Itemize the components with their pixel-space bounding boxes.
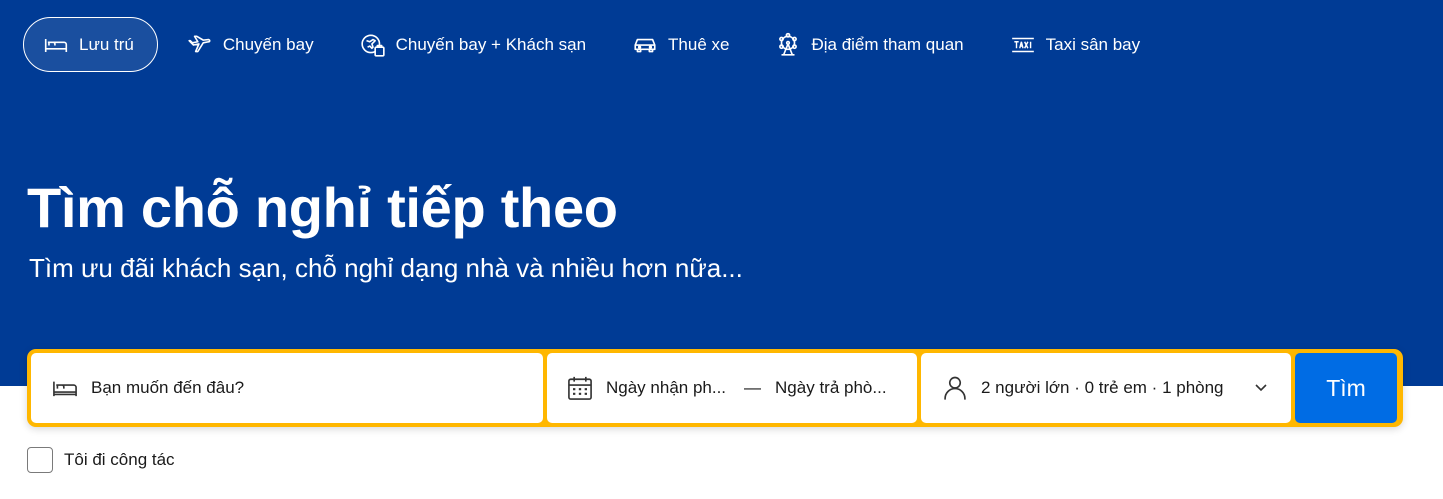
hero-banner: Lưu trú Chuyến bay Chuyến bay + Khách sạ… [0,0,1443,386]
bed-icon [51,374,79,402]
nav-item-stays[interactable]: Lưu trú [23,17,158,72]
guests-field[interactable]: 2 người lớn · 0 trẻ em · 1 phòng [921,353,1291,423]
guests-summary: 2 người lớn · 0 trẻ em · 1 phòng [981,378,1224,397]
nav-item-label: Taxi sân bay [1045,34,1141,54]
ferris-wheel-icon [775,32,801,58]
destination-placeholder: Bạn muốn đến đâu? [91,378,245,397]
chevron-down-icon [1255,384,1267,392]
page-title: Tìm chỗ nghỉ tiếp theo [27,176,618,239]
person-icon [941,374,969,402]
business-trip-checkbox[interactable] [27,447,53,473]
calendar-icon [566,374,594,402]
nav-item-label: Chuyến bay + Khách sạn [395,34,587,54]
bed-icon [43,32,69,58]
date-separator: — [744,378,762,397]
date-picker-field[interactable]: Ngày nhận ph... — Ngày trả phò... [547,353,917,423]
nav-item-airport-taxi[interactable]: Taxi sân bay [993,17,1158,72]
nav-item-label: Lưu trú [79,34,134,54]
taxi-icon [1010,32,1036,58]
nav-item-flights[interactable]: Chuyến bay [170,17,331,72]
nav-item-flight-hotel[interactable]: Chuyến bay + Khách sạn [343,17,603,72]
nav-item-label: Thuê xe [668,34,730,54]
nav-item-car-rental[interactable]: Thuê xe [615,17,746,72]
search-bar: Bạn muốn đến đâu? Ngày nhận ph... — Ngày… [27,349,1403,427]
nav-item-label: Địa điểm tham quan [811,34,964,54]
nav-item-attractions[interactable]: Địa điểm tham quan [758,17,980,72]
product-nav: Lưu trú Chuyến bay Chuyến bay + Khách sạ… [23,17,1157,72]
search-button[interactable]: Tìm [1295,353,1397,423]
checkin-placeholder[interactable]: Ngày nhận ph... [606,378,726,398]
plane-icon [187,32,213,58]
destination-field[interactable]: Bạn muốn đến đâu? [31,353,543,423]
business-trip-label: Tôi đi công tác [64,450,175,469]
business-trip-option[interactable]: Tôi đi công tác [27,447,175,473]
car-icon [632,32,658,58]
nav-item-label: Chuyến bay [222,34,314,54]
flight-hotel-icon [360,32,386,58]
checkout-placeholder[interactable]: Ngày trả phò... [775,378,887,398]
page-subtitle: Tìm ưu đãi khách sạn, chỗ nghỉ dạng nhà … [29,253,743,283]
